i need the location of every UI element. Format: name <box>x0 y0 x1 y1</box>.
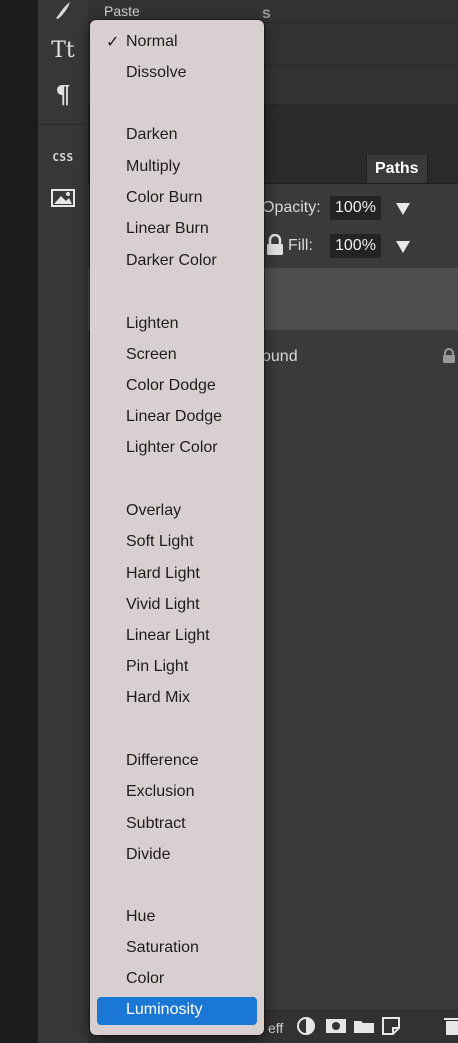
blend-mode-exclusion[interactable]: Exclusion <box>90 779 264 807</box>
layer-lock-icon <box>442 348 456 369</box>
blend-mode-normal[interactable]: ✓ Normal <box>90 29 264 57</box>
blend-mode-color-dodge[interactable]: Color Dodge <box>90 373 264 401</box>
blend-mode-lighten[interactable]: Lighten <box>90 311 264 339</box>
blend-mode-color-burn[interactable]: Color Burn <box>90 185 264 213</box>
opacity-input[interactable]: 100% <box>330 196 381 220</box>
new-group-icon[interactable] <box>353 1016 375 1041</box>
css-panel-icon[interactable]: CSS <box>38 151 88 164</box>
blend-mode-hard-mix[interactable]: Hard Mix <box>90 685 264 713</box>
tool-column: Tt ¶ CSS <box>38 0 89 1043</box>
blend-mode-overlay[interactable]: Overlay <box>90 498 264 526</box>
paste-menu-item[interactable]: Paste <box>104 3 140 19</box>
blend-mode-screen[interactable]: Screen <box>90 342 264 370</box>
layer-name: ound <box>262 348 298 365</box>
image-panel-icon[interactable] <box>38 188 88 208</box>
blend-mode-difference[interactable]: Difference <box>90 748 264 776</box>
fx-button[interactable]: eff <box>268 1020 283 1036</box>
photoshop-workspace: Tt ¶ CSS Paste Paths s Opacity: 100% Fil… <box>0 0 458 1043</box>
fill-dropdown-icon[interactable] <box>396 241 410 253</box>
fill-input[interactable]: 100% <box>330 234 381 258</box>
blend-mode-vivid-light[interactable]: Vivid Light <box>90 592 264 620</box>
opacity-dropdown-icon[interactable] <box>396 203 410 215</box>
paragraph-panel-icon[interactable]: ¶ <box>38 80 88 109</box>
adjustment-layer-icon[interactable] <box>296 1016 316 1041</box>
fill-label: Fill: <box>288 237 313 254</box>
blend-mode-luminosity[interactable]: Luminosity <box>90 997 264 1025</box>
blend-mode-linear-burn[interactable]: Linear Burn <box>90 216 264 244</box>
left-edge-strip <box>0 0 38 1043</box>
blend-mode-color[interactable]: Color <box>90 966 264 994</box>
brush-tool-icon[interactable] <box>38 0 88 22</box>
blend-mode-multiply[interactable]: Multiply <box>90 154 264 182</box>
blend-mode-subtract[interactable]: Subtract <box>90 811 264 839</box>
blend-mode-darker-color[interactable]: Darker Color <box>90 248 264 276</box>
blend-mode-hard-light[interactable]: Hard Light <box>90 561 264 589</box>
lock-all-icon[interactable] <box>266 233 284 261</box>
new-layer-icon[interactable] <box>381 1016 401 1041</box>
tool-divider <box>38 124 88 125</box>
blend-mode-soft-light[interactable]: Soft Light <box>90 529 264 557</box>
layer-mask-icon[interactable] <box>325 1016 347 1041</box>
tab-channels[interactable]: s <box>262 5 271 23</box>
blend-mode-lighter-color[interactable]: Lighter Color <box>90 435 264 463</box>
blend-mode-dissolve[interactable]: Dissolve <box>90 60 264 88</box>
blend-mode-linear-dodge[interactable]: Linear Dodge <box>90 404 264 432</box>
blend-mode-menu: ✓ Normal Dissolve Darken Multiply Color … <box>90 20 264 1035</box>
tab-paths[interactable]: Paths <box>366 155 428 183</box>
blend-mode-divide[interactable]: Divide <box>90 842 264 870</box>
delete-layer-icon[interactable] <box>444 1016 458 1041</box>
blend-mode-saturation[interactable]: Saturation <box>90 935 264 963</box>
blend-mode-hue[interactable]: Hue <box>90 904 264 932</box>
blend-mode-pin-light[interactable]: Pin Light <box>90 654 264 682</box>
checkmark-icon: ✓ <box>106 34 120 51</box>
blend-mode-darken[interactable]: Darken <box>90 122 264 150</box>
character-panel-icon[interactable]: Tt <box>38 38 88 63</box>
blend-mode-linear-light[interactable]: Linear Light <box>90 623 264 651</box>
opacity-label: Opacity: <box>262 199 321 216</box>
